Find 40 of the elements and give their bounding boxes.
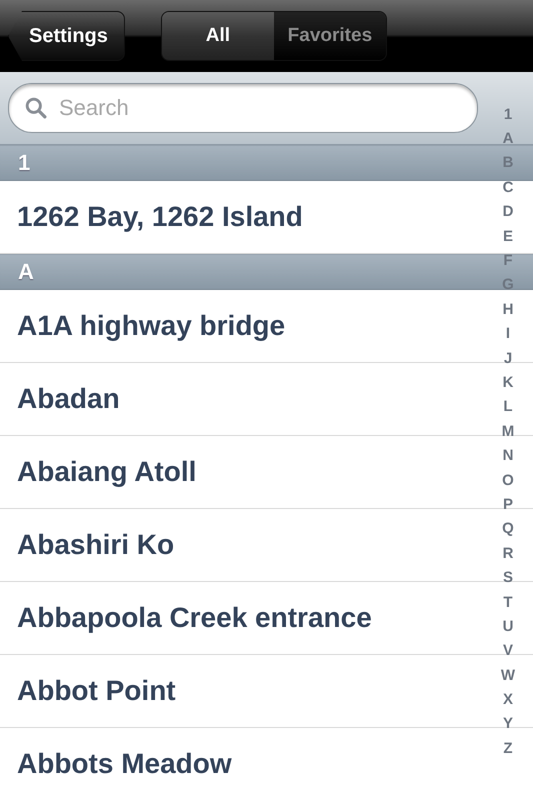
location-name[interactable]: 1262 Bay, 1262 Island — [17, 201, 303, 233]
index-letter[interactable]: R — [502, 542, 514, 566]
location-name[interactable]: A1A highway bridge — [17, 310, 286, 342]
search-icon — [25, 97, 47, 119]
search-field[interactable]: Search — [8, 83, 478, 133]
segment-tab[interactable]: All — [162, 12, 274, 60]
index-letter[interactable]: N — [502, 444, 514, 469]
location-name[interactable]: Abbapoola Creek entrance — [17, 602, 372, 634]
index-letter[interactable]: H — [502, 298, 514, 322]
location-name[interactable]: Abbots Meadow — [17, 748, 232, 780]
index-letter[interactable]: Z — [503, 736, 513, 762]
index-letter[interactable]: K — [502, 370, 514, 396]
index-letter[interactable]: T — [503, 590, 513, 615]
location-name[interactable]: Abashiri Ko — [17, 529, 174, 561]
index-letter[interactable]: 1 — [504, 102, 512, 128]
segment-tab[interactable]: Favorites — [274, 12, 386, 60]
index-letter[interactable]: E — [502, 224, 513, 250]
index-letter[interactable]: Q — [502, 517, 514, 542]
index-letter[interactable]: Y — [502, 712, 513, 737]
back-button[interactable]: Settings — [8, 11, 125, 61]
index-letter[interactable]: V — [502, 639, 513, 664]
index-letter[interactable]: O — [502, 468, 514, 493]
index-letter[interactable]: P — [502, 492, 513, 518]
section-letter: A — [18, 259, 34, 285]
index-letter[interactable]: M — [502, 420, 514, 444]
index-letter[interactable]: X — [502, 688, 513, 712]
search-input[interactable]: Search — [57, 94, 361, 122]
index-letter[interactable]: C — [502, 176, 514, 200]
section-letter: 1 — [18, 150, 30, 176]
index-letter[interactable]: I — [506, 322, 510, 347]
index-letter[interactable]: S — [502, 566, 513, 590]
location-name[interactable]: Abaiang Atoll — [17, 456, 196, 488]
index-letter[interactable]: A — [502, 127, 514, 152]
index-letter[interactable]: L — [503, 395, 513, 420]
location-name[interactable]: Abbot Point — [17, 675, 176, 707]
index-letter[interactable]: J — [504, 346, 512, 371]
index-letter[interactable]: U — [502, 614, 514, 640]
location-name[interactable]: Abadan — [17, 383, 120, 415]
index-letter[interactable]: W — [500, 664, 516, 688]
index-letter[interactable]: D — [502, 200, 514, 225]
